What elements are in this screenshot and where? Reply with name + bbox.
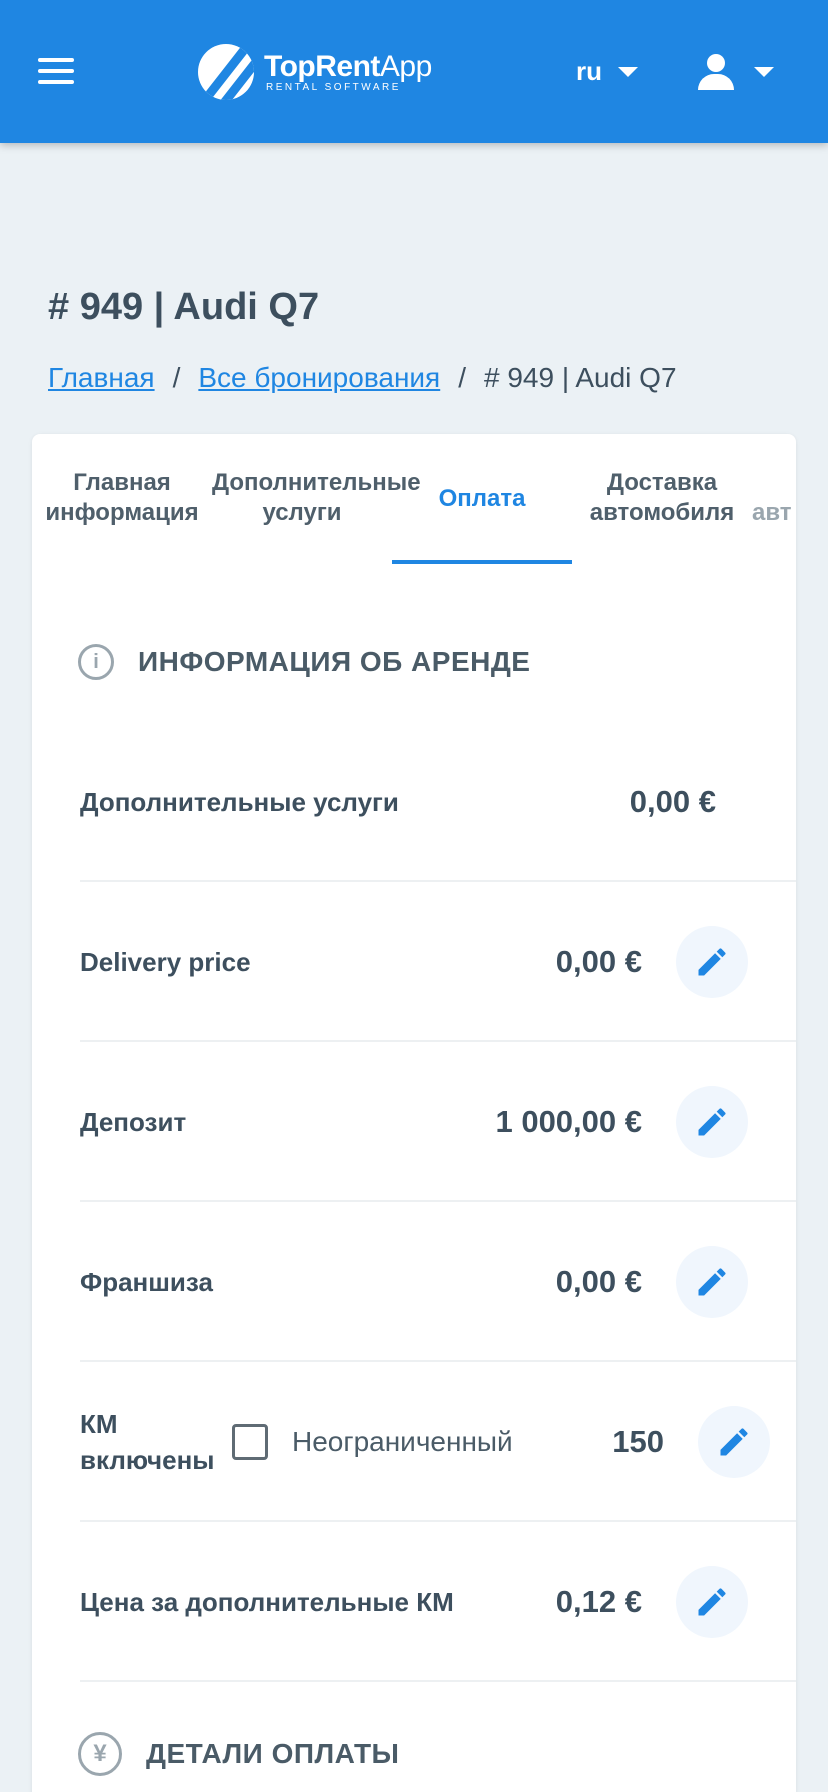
row-label: Депозит	[80, 1106, 187, 1137]
tab-label-line1: Доставка	[606, 469, 718, 496]
language-label: ru	[576, 56, 602, 86]
row-label: Delivery price	[80, 946, 251, 977]
pencil-icon	[698, 1268, 726, 1296]
logo-title-bold: TopRent	[264, 49, 380, 83]
breadcrumb-separator: /	[172, 362, 181, 393]
km-label-line2: включены	[80, 1445, 215, 1475]
info-icon: i	[78, 644, 114, 680]
tab-delivery[interactable]: Доставка автомобиля	[572, 468, 752, 528]
pencil-icon	[698, 948, 726, 976]
tab-label-line2: информация	[45, 499, 199, 526]
logo[interactable]: TopRentApp RENTAL SOFTWARE	[198, 42, 432, 102]
breadcrumb-current: # 949 | Audi Q7	[484, 362, 677, 393]
edit-extra-km-price-button[interactable]	[676, 1566, 748, 1638]
edit-deposit-button[interactable]	[676, 1086, 748, 1158]
row-delivery-price: Delivery price 0,00 €	[80, 882, 796, 1042]
row-label: Цена за дополнительные КМ	[80, 1586, 454, 1617]
row-franchise: Франшиза 0,00 €	[80, 1202, 796, 1362]
unlimited-km-label[interactable]: Неограниченный	[292, 1362, 513, 1522]
yen-icon: ¥	[78, 1732, 122, 1776]
breadcrumb-bookings[interactable]: Все бронирования	[198, 362, 440, 394]
edit-km-button[interactable]	[698, 1406, 770, 1478]
language-selector[interactable]: ru	[576, 56, 638, 87]
tab-label-line1: Дополнительные	[212, 469, 421, 496]
edit-franchise-button[interactable]	[676, 1246, 748, 1318]
menu-icon[interactable]	[38, 58, 74, 84]
row-label: Франшиза	[80, 1266, 213, 1297]
row-value: 0,00 €	[629, 784, 716, 819]
top-app-bar: TopRentApp RENTAL SOFTWARE ru	[0, 0, 828, 143]
logo-title-light: App	[379, 49, 432, 83]
booking-card: Главная информация Дополнительные услуги…	[32, 434, 796, 1792]
tab-payment[interactable]: Оплата	[392, 484, 572, 514]
user-menu[interactable]	[698, 54, 774, 90]
tab-bar: Главная информация Дополнительные услуги…	[32, 434, 796, 564]
chevron-down-icon	[754, 67, 774, 77]
row-value: 1 000,00 €	[495, 1104, 642, 1139]
logo-subtitle: RENTAL SOFTWARE	[266, 81, 401, 93]
km-label-line1: КМ	[80, 1409, 118, 1439]
pencil-icon	[698, 1108, 726, 1136]
unlimited-km-checkbox[interactable]	[232, 1424, 268, 1460]
row-label: КМ включены	[80, 1362, 230, 1522]
tab-label-line1: Оплата	[438, 485, 526, 512]
row-extra-services: Дополнительные услуги 0,00 €	[80, 722, 796, 882]
payment-details-header: ¥ ДЕТАЛИ ОПЛАТЫ	[78, 1732, 399, 1776]
logo-mark	[198, 44, 254, 100]
edit-delivery-price-button[interactable]	[676, 926, 748, 998]
page-title: # 949 | Audi Q7	[48, 286, 320, 328]
tab-label-line2: услуги	[262, 499, 342, 526]
row-value: 0,00 €	[555, 1264, 642, 1299]
row-label: Дополнительные услуги	[80, 786, 399, 817]
tab-extra-services[interactable]: Дополнительные услуги	[212, 468, 421, 528]
row-deposit: Депозит 1 000,00 €	[80, 1042, 796, 1202]
tab-next[interactable]: авт	[752, 498, 796, 528]
tab-label-line1: авт	[752, 499, 792, 526]
tab-main-info[interactable]: Главная информация	[32, 468, 212, 528]
active-tab-indicator	[392, 560, 572, 564]
row-value: 150	[612, 1424, 664, 1459]
logo-text: TopRentApp RENTAL SOFTWARE	[264, 49, 432, 93]
breadcrumb-home[interactable]: Главная	[48, 362, 155, 394]
breadcrumb: Главная / Все бронирования / # 949 | Aud…	[48, 362, 677, 394]
row-value: 0,00 €	[555, 944, 642, 979]
tab-label-line1: Главная	[73, 469, 171, 496]
tab-label-line2: автомобиля	[589, 499, 735, 526]
rental-info-header: i ИНФОРМАЦИЯ ОБ АРЕНДЕ	[78, 644, 530, 680]
row-extra-km-price: Цена за дополнительные КМ 0,12 €	[80, 1522, 796, 1682]
user-icon	[698, 54, 734, 90]
breadcrumb-separator: /	[458, 362, 466, 393]
row-value: 0,12 €	[555, 1584, 642, 1619]
section-title: ИНФОРМАЦИЯ ОБ АРЕНДЕ	[138, 646, 531, 677]
row-km-included: КМ включены Неограниченный 150	[80, 1362, 796, 1522]
section-title: ДЕТАЛИ ОПЛАТЫ	[146, 1738, 400, 1769]
chevron-down-icon	[618, 66, 638, 77]
pencil-icon	[698, 1588, 726, 1616]
pencil-icon	[720, 1428, 748, 1456]
